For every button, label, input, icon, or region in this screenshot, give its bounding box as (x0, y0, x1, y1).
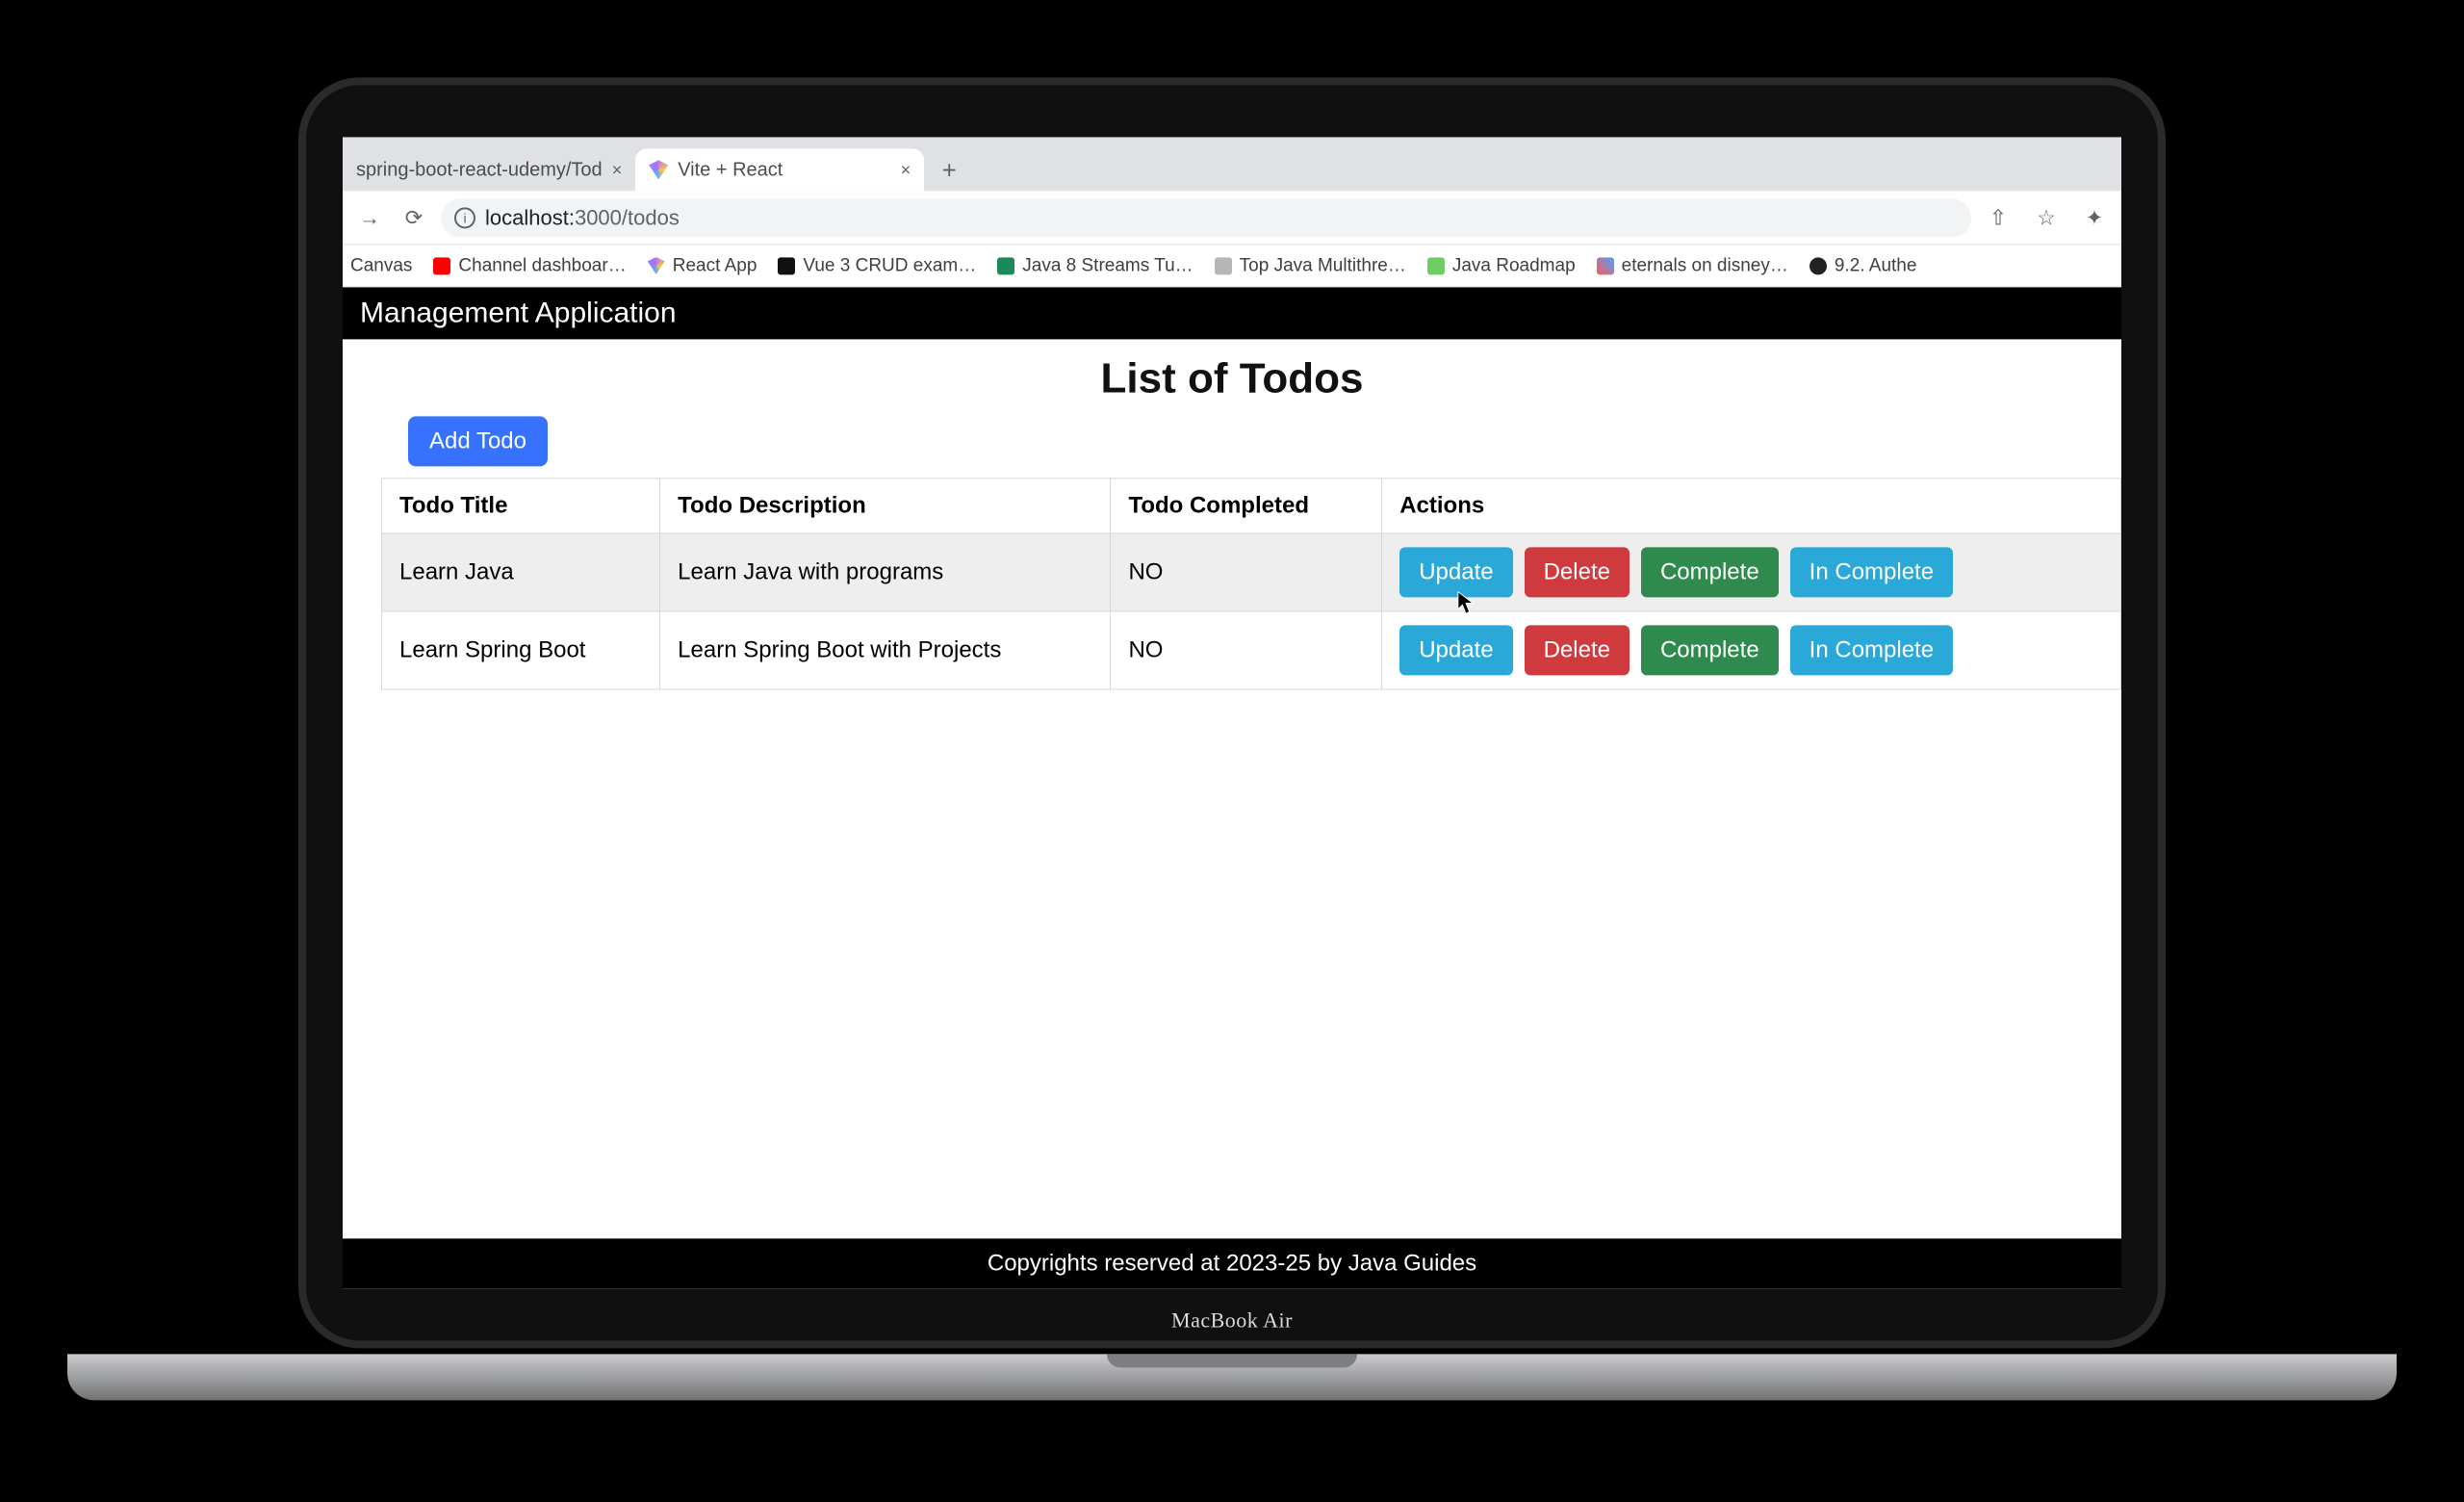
youtube-icon (433, 257, 450, 274)
url-host: localhost:3000/todos (485, 205, 680, 230)
cell-completed: NO (1111, 611, 1382, 689)
incomplete-button[interactable]: In Complete (1790, 547, 1953, 597)
bookmark-item[interactable]: Vue 3 CRUD exam… (778, 255, 976, 276)
reload-button[interactable]: ⟳ (397, 200, 431, 235)
cell-title: Learn Spring Boot (382, 611, 660, 689)
bookmark-item[interactable]: React App (648, 255, 757, 276)
bookmark-label: Top Java Multithre… (1240, 255, 1406, 276)
add-todo-button[interactable]: Add Todo (408, 416, 548, 466)
page-content: List of Todos Add Todo Todo Title Todo D… (343, 339, 2121, 1238)
delete-button[interactable]: Delete (1525, 547, 1630, 597)
bookmark-item[interactable]: Channel dashboar… (433, 255, 626, 276)
app-footer: Copyrights reserved at 2023-25 by Java G… (343, 1238, 2121, 1288)
chart-icon (1597, 257, 1614, 274)
cell-description: Learn Java with programs (660, 533, 1111, 611)
close-icon[interactable]: × (901, 160, 911, 180)
bookmark-item[interactable]: 9.2. Authe (1810, 255, 1917, 276)
footer-text: Copyrights reserved at 2023-25 by Java G… (988, 1250, 1476, 1276)
browser-window: spring-boot-react-udemy/Tod × Vite + Rea… (343, 137, 2121, 1288)
device-brand: MacBook Air (306, 1308, 2158, 1333)
bookmark-icon (1810, 257, 1827, 274)
cell-description: Learn Spring Boot with Projects (660, 611, 1111, 689)
star-icon[interactable]: ☆ (2029, 200, 2064, 235)
laptop-notch (1107, 1354, 1357, 1367)
share-icon[interactable]: ⇧ (1981, 200, 2015, 235)
todos-table: Todo Title Todo Description Todo Complet… (381, 478, 2121, 689)
screen: spring-boot-react-udemy/Tod × Vite + Rea… (343, 137, 2121, 1288)
delete-button[interactable]: Delete (1525, 625, 1630, 675)
tab-title: spring-boot-react-udemy/Tod (356, 159, 603, 181)
bookmark-icon (1215, 257, 1232, 274)
address-bar[interactable]: i localhost:3000/todos (441, 198, 1971, 237)
forward-button[interactable]: → (352, 200, 387, 235)
close-icon[interactable]: × (612, 160, 623, 180)
cell-actions: Update DeleteCompleteIn Complete (1382, 533, 2121, 611)
bookmark-label: Java 8 Streams Tu… (1022, 255, 1193, 276)
page-title: List of Todos (343, 354, 2121, 402)
bookmark-label: Vue 3 CRUD exam… (803, 255, 976, 276)
bookmark-item[interactable]: Java 8 Streams Tu… (997, 255, 1193, 276)
vite-icon (649, 160, 668, 179)
bookmark-item[interactable]: eternals on disney… (1597, 255, 1788, 276)
bookmark-label: 9.2. Authe (1835, 255, 1917, 276)
complete-button[interactable]: Complete (1641, 625, 1779, 675)
browser-tab-active[interactable]: Vite + React × (635, 148, 924, 191)
app-header: Management Application (343, 287, 2121, 339)
tab-strip: spring-boot-react-udemy/Tod × Vite + Rea… (343, 137, 2121, 191)
app-header-title: Management Application (360, 297, 677, 328)
app-page: Management Application List of Todos Add… (343, 287, 2121, 1288)
browser-toolbar: → ⟳ i localhost:3000/todos ⇧ ☆ ✦ (343, 191, 2121, 245)
column-header-description: Todo Description (660, 479, 1111, 533)
column-header-title: Todo Title (382, 479, 660, 533)
incomplete-button[interactable]: In Complete (1790, 625, 1953, 675)
table-row: Learn JavaLearn Java with programsNOUpda… (382, 533, 2121, 611)
extensions-icon[interactable]: ✦ (2077, 200, 2112, 235)
bookmark-icon (997, 257, 1014, 274)
bookmark-icon (778, 257, 795, 274)
update-button[interactable]: Update (1399, 625, 1512, 675)
table-row: Learn Spring BootLearn Spring Boot with … (382, 611, 2121, 689)
bookmark-label: React App (673, 255, 757, 276)
update-button[interactable]: Update (1399, 547, 1512, 597)
tab-title: Vite + React (678, 159, 890, 181)
laptop-frame: spring-boot-react-udemy/Tod × Vite + Rea… (298, 77, 2166, 1348)
bookmark-label: Canvas (350, 255, 412, 276)
bookmark-icon (1427, 257, 1445, 274)
laptop-base (67, 1354, 2397, 1400)
bookmark-item[interactable]: Java Roadmap (1427, 255, 1576, 276)
cell-completed: NO (1111, 533, 1382, 611)
cell-actions: Update DeleteCompleteIn Complete (1382, 611, 2121, 689)
new-tab-button[interactable]: + (930, 150, 968, 189)
vite-icon (648, 257, 665, 274)
bookmarks-bar: Canvas Channel dashboar… React App Vue 3… (343, 245, 2121, 287)
bookmark-item[interactable]: Top Java Multithre… (1215, 255, 1406, 276)
cell-title: Learn Java (382, 533, 660, 611)
bookmark-label: eternals on disney… (1622, 255, 1788, 276)
site-info-icon[interactable]: i (454, 207, 475, 228)
column-header-completed: Todo Completed (1111, 479, 1382, 533)
column-header-actions: Actions (1382, 479, 2121, 533)
bookmark-label: Channel dashboar… (458, 255, 626, 276)
bookmark-item[interactable]: Canvas (350, 255, 412, 276)
bookmark-label: Java Roadmap (1452, 255, 1576, 276)
complete-button[interactable]: Complete (1641, 547, 1779, 597)
browser-tab-inactive[interactable]: spring-boot-react-udemy/Tod × (343, 148, 635, 191)
